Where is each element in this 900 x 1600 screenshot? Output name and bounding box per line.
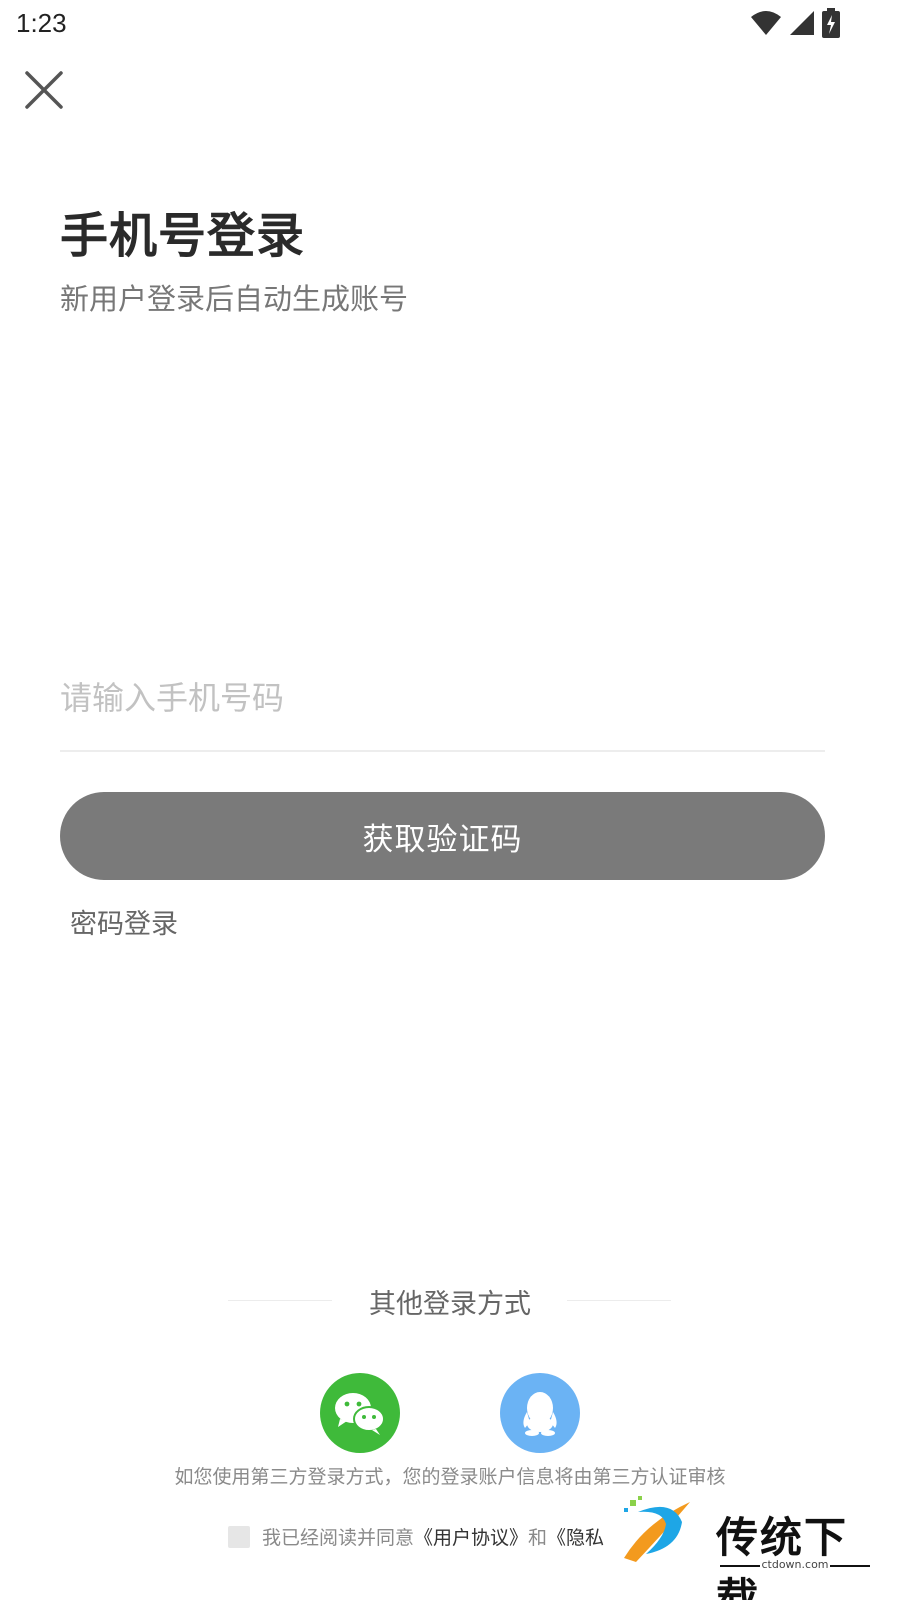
third-party-note: 如您使用第三方登录方式，您的登录账户信息将由第三方认证审核	[174, 1466, 726, 1488]
agree-prefix: 我已经阅读并同意	[262, 1527, 415, 1549]
other-login-divider: 其他登录方式	[0, 1280, 900, 1320]
close-icon	[25, 71, 63, 109]
phone-input[interactable]	[60, 668, 825, 728]
user-agreement-link[interactable]: 《用户协议》	[414, 1523, 528, 1550]
agree-and: 和	[528, 1527, 548, 1549]
input-underline	[60, 750, 825, 752]
wechat-icon	[335, 1393, 385, 1435]
watermark-logo: 传统下载 ctdown.com	[624, 1496, 878, 1600]
wifi-icon	[751, 11, 781, 35]
watermark-emblem-icon	[624, 1496, 690, 1562]
password-login-link[interactable]: 密码登录	[70, 902, 178, 941]
watermark-text: 传统下载	[716, 1513, 849, 1600]
page-subtitle: 新用户登录后自动生成账号	[60, 282, 409, 316]
close-button[interactable]	[22, 68, 66, 112]
status-bar: 1:23	[0, 0, 900, 50]
agree-checkbox[interactable]	[228, 1525, 250, 1548]
qq-icon	[523, 1392, 557, 1436]
divider-line-right	[567, 1300, 671, 1301]
privacy-policy-link[interactable]: 《隐私	[547, 1523, 604, 1550]
qq-login-button[interactable]	[500, 1373, 580, 1453]
battery-charging-icon	[822, 8, 840, 38]
wechat-login-button[interactable]	[320, 1373, 400, 1453]
page-title: 手机号登录	[60, 208, 306, 264]
status-icons	[750, 8, 840, 38]
watermark-url: ctdown.com	[720, 1558, 870, 1571]
status-time: 1:23	[16, 8, 67, 38]
other-login-label: 其他登录方式	[369, 1289, 531, 1320]
agreement-row: 我已经阅读并同意 《用户协议》 和 《隐私	[228, 1523, 604, 1550]
get-code-button[interactable]: 获取验证码	[60, 792, 825, 880]
signal-icon	[790, 11, 814, 35]
